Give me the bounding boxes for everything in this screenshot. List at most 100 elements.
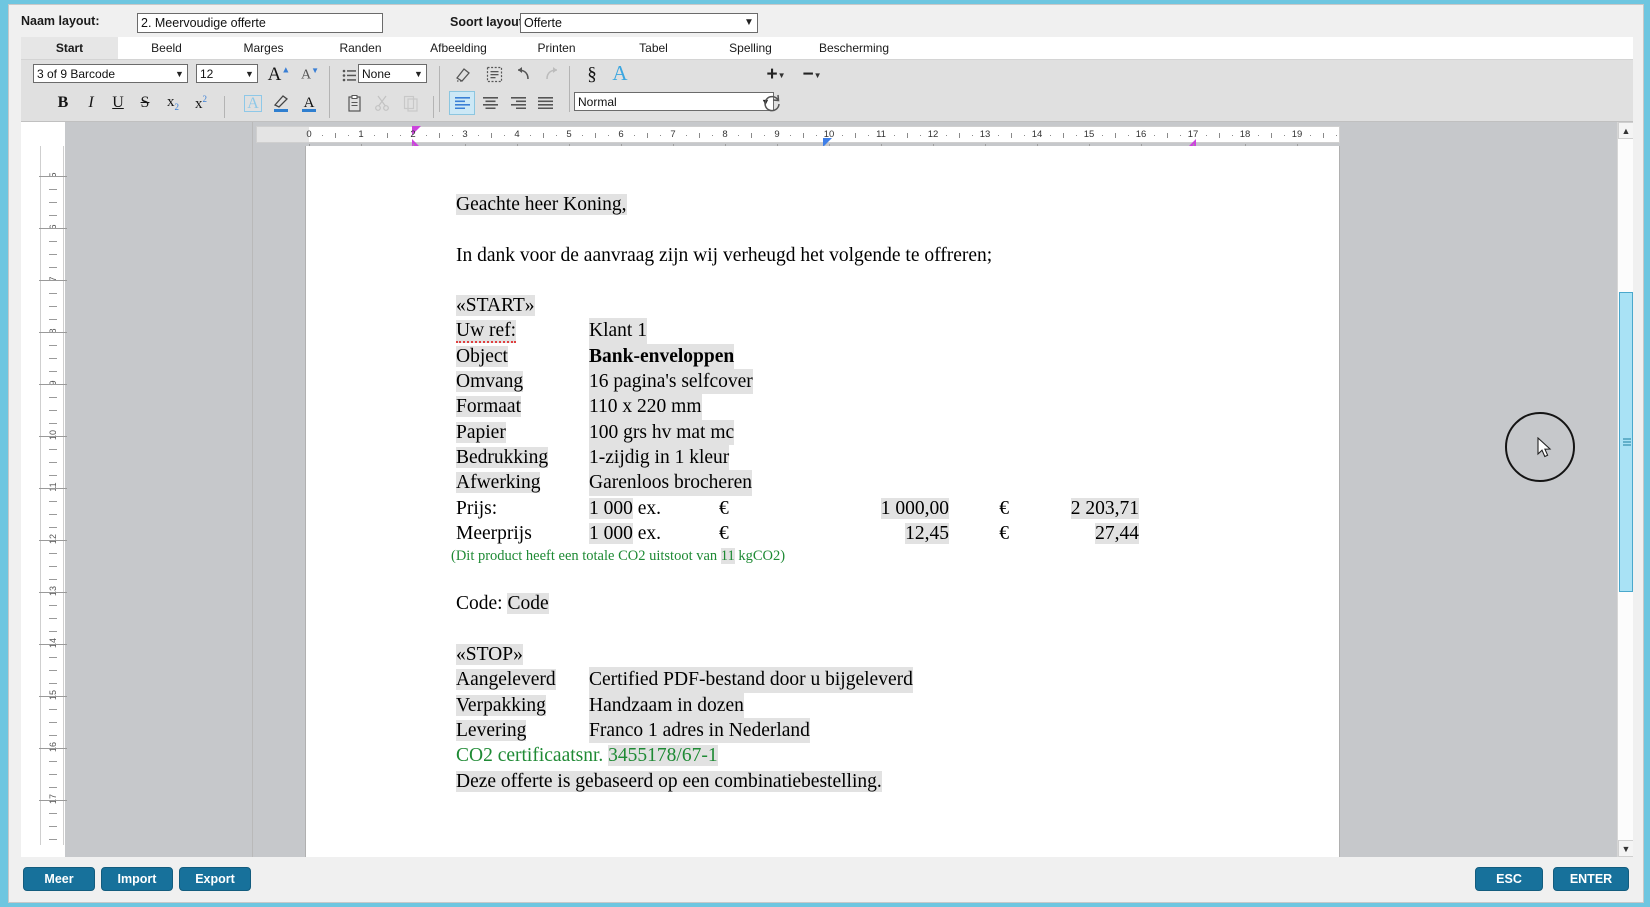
esc-button[interactable]: ESC bbox=[1475, 867, 1543, 891]
ruler-number: 18 bbox=[1239, 128, 1251, 140]
ruler-tick bbox=[699, 132, 700, 138]
price-currency-2: € bbox=[999, 497, 1009, 519]
ruler-tick bbox=[49, 566, 57, 567]
paste-button[interactable] bbox=[341, 91, 367, 115]
align-justify-button[interactable] bbox=[532, 91, 558, 115]
ruler-dot bbox=[868, 134, 869, 136]
underline-button[interactable]: U bbox=[105, 91, 131, 115]
price-value-2: 27,44 bbox=[1095, 522, 1139, 544]
font-family-select[interactable]: 3 of 9 Barcode ▼ bbox=[33, 64, 188, 83]
decrease-button[interactable]: − ▼ bbox=[799, 63, 825, 87]
tab-marges[interactable]: Marges bbox=[215, 37, 312, 59]
highlight-none-button[interactable]: A bbox=[240, 91, 266, 115]
ruler-dot bbox=[894, 134, 895, 136]
ruler-dot bbox=[660, 134, 661, 136]
ruler-tick bbox=[647, 132, 648, 138]
certificate-value: 3455178/67-1 bbox=[608, 745, 718, 767]
paragraph-marks-button[interactable]: § bbox=[579, 62, 605, 86]
scroll-down-button[interactable]: ▼ bbox=[1618, 840, 1633, 857]
letter-a-icon: A bbox=[612, 60, 628, 85]
document-page[interactable]: Geachte heer Koning, In dank voor de aan… bbox=[305, 146, 1340, 857]
enter-button[interactable]: ENTER bbox=[1553, 867, 1629, 891]
greeting-text: Geachte heer Koning, bbox=[456, 194, 627, 215]
ruler-tick bbox=[1323, 132, 1324, 138]
ruler-number: 5 bbox=[48, 172, 58, 178]
ruler-tick bbox=[39, 748, 67, 749]
ruler-margin-zone bbox=[257, 126, 309, 142]
tab-tabel[interactable]: Tabel bbox=[605, 37, 702, 59]
layout-name-label: Naam layout: bbox=[21, 14, 100, 28]
tab-afbeelding[interactable]: Afbeelding bbox=[409, 37, 508, 59]
scrollbar-thumb[interactable] bbox=[1619, 292, 1633, 592]
ruler-tick bbox=[49, 514, 57, 515]
text-color-button[interactable]: A bbox=[296, 91, 322, 115]
superscript-button[interactable]: x2 bbox=[188, 91, 214, 115]
tab-randen[interactable]: Randen bbox=[312, 37, 409, 59]
clear-formatting-button[interactable] bbox=[449, 62, 475, 86]
select-all-button[interactable] bbox=[481, 62, 507, 86]
editor-content-area: 5 6 7 8 9 10 11 12 13 14 15 16 17 0 1 2 3 4 5 6 7 8 9 10 11 12 13… bbox=[21, 122, 1633, 857]
horizontal-ruler[interactable]: 0 1 2 3 4 5 6 7 8 9 10 11 12 13 14 15 16 17 18 19 bbox=[253, 122, 1617, 150]
spec-row: Formaat 110 x 220 mm bbox=[456, 394, 1329, 420]
shrink-font-button[interactable]: A▼ bbox=[297, 63, 323, 87]
font-color-button[interactable]: A bbox=[607, 61, 633, 85]
scroll-up-button[interactable]: ▲ bbox=[1618, 122, 1633, 139]
toolbar-divider bbox=[329, 96, 330, 118]
highlight-color-button[interactable] bbox=[268, 91, 294, 115]
ruler-number: 13 bbox=[48, 586, 58, 597]
font-size-select[interactable]: 12 ▼ bbox=[196, 64, 258, 83]
ruler-dot bbox=[764, 134, 765, 136]
tab-spelling[interactable]: Spelling bbox=[702, 37, 799, 59]
tab-start[interactable]: Start bbox=[21, 37, 118, 59]
cut-button[interactable] bbox=[369, 91, 395, 115]
layout-type-select[interactable]: Offerte ▼ bbox=[520, 13, 758, 33]
ruler-number: 5 bbox=[566, 128, 572, 140]
increase-button[interactable]: + ▼ bbox=[763, 63, 789, 87]
bold-button[interactable]: B bbox=[50, 91, 76, 115]
italic-button[interactable]: I bbox=[78, 91, 104, 115]
ruler-tick bbox=[49, 787, 57, 788]
export-button[interactable]: Export bbox=[179, 867, 251, 891]
paragraph-style-select[interactable]: Normal ▼ bbox=[574, 92, 774, 111]
grow-font-icon: A▲ bbox=[267, 63, 291, 85]
scissors-icon bbox=[375, 95, 389, 111]
ruler-tick bbox=[39, 488, 67, 489]
certificate-label: CO2 certificaatsnr. bbox=[456, 745, 609, 767]
document-text[interactable]: Geachte heer Koning, In dank voor de aan… bbox=[451, 192, 1329, 794]
align-right-button[interactable] bbox=[505, 91, 531, 115]
bullet-list-icon bbox=[342, 69, 356, 81]
ruler-number: 15 bbox=[1083, 128, 1095, 140]
ruler-number: 10 bbox=[823, 128, 835, 140]
grow-font-button[interactable]: A▲ bbox=[266, 62, 292, 86]
ruler-tick bbox=[39, 280, 67, 281]
ruler-tick bbox=[49, 605, 57, 606]
spec-value: 16 pagina's selfcover bbox=[589, 369, 753, 395]
ruler-tick bbox=[39, 436, 67, 437]
ruler-number: 11 bbox=[48, 482, 58, 492]
import-button[interactable]: Import bbox=[101, 867, 173, 891]
copy-button[interactable] bbox=[398, 91, 424, 115]
align-center-button[interactable] bbox=[477, 91, 503, 115]
footer-bar: Meer Import Export ESC ENTER bbox=[9, 857, 1643, 902]
spec-row: Omvang 16 pagina's selfcover bbox=[456, 369, 1329, 395]
subscript-button[interactable]: x2 bbox=[160, 91, 186, 115]
layout-name-input[interactable] bbox=[137, 13, 383, 33]
ruler-tick bbox=[39, 384, 67, 385]
list-style-select[interactable]: None ▼ bbox=[358, 64, 427, 83]
tab-bescherming[interactable]: Bescherming bbox=[799, 37, 909, 59]
tab-beeld[interactable]: Beeld bbox=[118, 37, 215, 59]
tab-printen[interactable]: Printen bbox=[508, 37, 605, 59]
align-left-button[interactable] bbox=[449, 91, 475, 115]
document-scrollbar[interactable]: ▲ ▼ bbox=[1617, 122, 1633, 857]
refresh-button[interactable] bbox=[759, 91, 785, 115]
horizontal-ruler-track[interactable]: 0 1 2 3 4 5 6 7 8 9 10 11 12 13 14 15 16 17 18 19 bbox=[256, 125, 1340, 150]
strikethrough-button[interactable]: S bbox=[132, 91, 158, 115]
vertical-ruler[interactable]: 5 6 7 8 9 10 11 12 13 14 15 16 17 bbox=[39, 146, 67, 845]
undo-button[interactable] bbox=[510, 62, 536, 86]
redo-button[interactable] bbox=[539, 62, 565, 86]
ruler-number: 4 bbox=[514, 128, 520, 140]
ruler-tick bbox=[49, 735, 57, 736]
meer-button[interactable]: Meer bbox=[23, 867, 95, 891]
redo-icon bbox=[546, 67, 558, 80]
